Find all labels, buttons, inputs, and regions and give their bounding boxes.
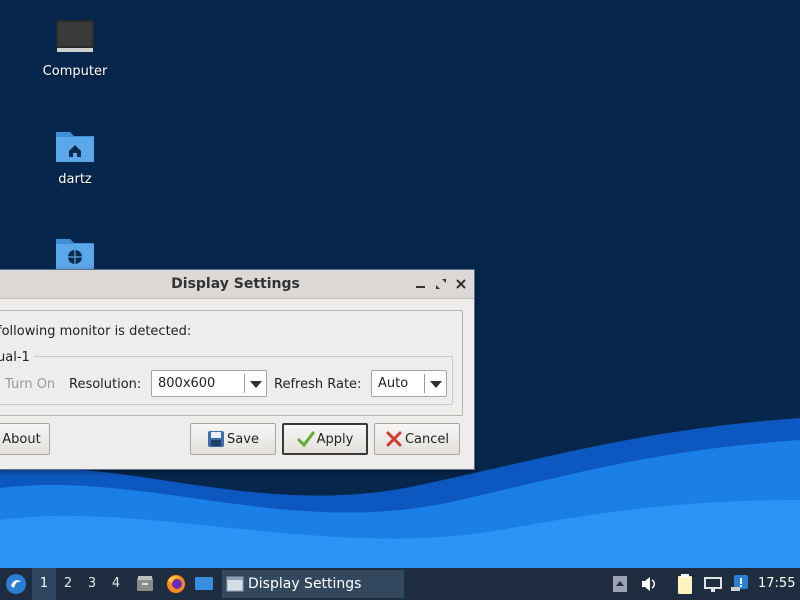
apply-label: Apply	[316, 431, 354, 447]
monitor-name: ual-1	[0, 350, 34, 365]
firefox-icon[interactable]	[165, 573, 187, 595]
desktop-icon-label: dartz	[58, 172, 92, 187]
workspace-3[interactable]: 3	[80, 568, 104, 600]
refresh-rate-select[interactable]: Auto	[371, 370, 447, 397]
minimize-icon[interactable]	[413, 276, 429, 292]
apply-button[interactable]: Apply	[282, 423, 368, 455]
turn-on-toggle[interactable]: Turn On	[5, 377, 55, 392]
window-icon	[226, 576, 244, 592]
home-folder-icon	[56, 132, 94, 162]
dialog-titlebar[interactable]: Display Settings	[0, 270, 474, 299]
workspace-1[interactable]: 1	[32, 568, 56, 600]
about-label: About	[2, 431, 41, 447]
show-desktop-icon[interactable]	[194, 575, 214, 593]
close-icon[interactable]	[453, 276, 469, 292]
clipboard-icon[interactable]	[676, 573, 694, 595]
network-icon[interactable]	[703, 574, 723, 594]
cancel-label: Cancel	[404, 431, 450, 447]
tray-arrow-icon[interactable]	[612, 575, 628, 593]
computer-icon	[56, 20, 94, 52]
workspace-2[interactable]: 2	[56, 568, 80, 600]
combo-separator	[244, 374, 245, 393]
resolution-label: Resolution:	[69, 377, 142, 392]
desktop-icon-home[interactable]: dartz	[30, 126, 120, 187]
resolution-select[interactable]: 800x600	[151, 370, 267, 397]
checkmark-icon	[297, 431, 315, 448]
red-x-icon	[386, 431, 402, 447]
about-button[interactable]: About	[0, 423, 50, 455]
taskbar-task-display-settings[interactable]: Display Settings	[222, 570, 404, 598]
desktop-icon-computer[interactable]: Computer	[30, 18, 120, 79]
dialog-title: Display Settings	[171, 276, 300, 292]
chevron-down-icon	[430, 381, 442, 388]
update-icon[interactable]	[730, 573, 750, 593]
file-manager-icon[interactable]	[135, 574, 155, 594]
combo-separator	[424, 374, 425, 393]
workspace-4[interactable]: 4	[104, 568, 128, 600]
save-button[interactable]: Save	[190, 423, 276, 455]
resolution-value: 800x600	[158, 376, 216, 391]
chevron-down-icon	[250, 381, 262, 388]
volume-icon[interactable]	[640, 575, 658, 593]
display-settings-dialog: Display Settings following monitor is de…	[0, 269, 475, 470]
network-folder-icon	[56, 239, 94, 269]
detected-monitor-text: following monitor is detected:	[0, 324, 192, 339]
taskbar: 1 2 3 4 Display Settings 17:55	[0, 568, 800, 600]
refresh-rate-value: Auto	[378, 376, 409, 391]
desktop-icon-label: Computer	[42, 64, 108, 79]
task-label: Display Settings	[248, 576, 362, 592]
desktop: Computer dartz Display Settings followin…	[0, 0, 800, 568]
refresh-rate-label: Refresh Rate:	[274, 377, 362, 392]
start-menu-icon[interactable]	[5, 573, 27, 595]
cancel-button[interactable]: Cancel	[374, 423, 460, 455]
clock[interactable]: 17:55	[758, 576, 795, 591]
maximize-icon[interactable]	[433, 276, 449, 292]
floppy-disk-icon	[208, 431, 225, 447]
save-label: Save	[227, 431, 259, 447]
